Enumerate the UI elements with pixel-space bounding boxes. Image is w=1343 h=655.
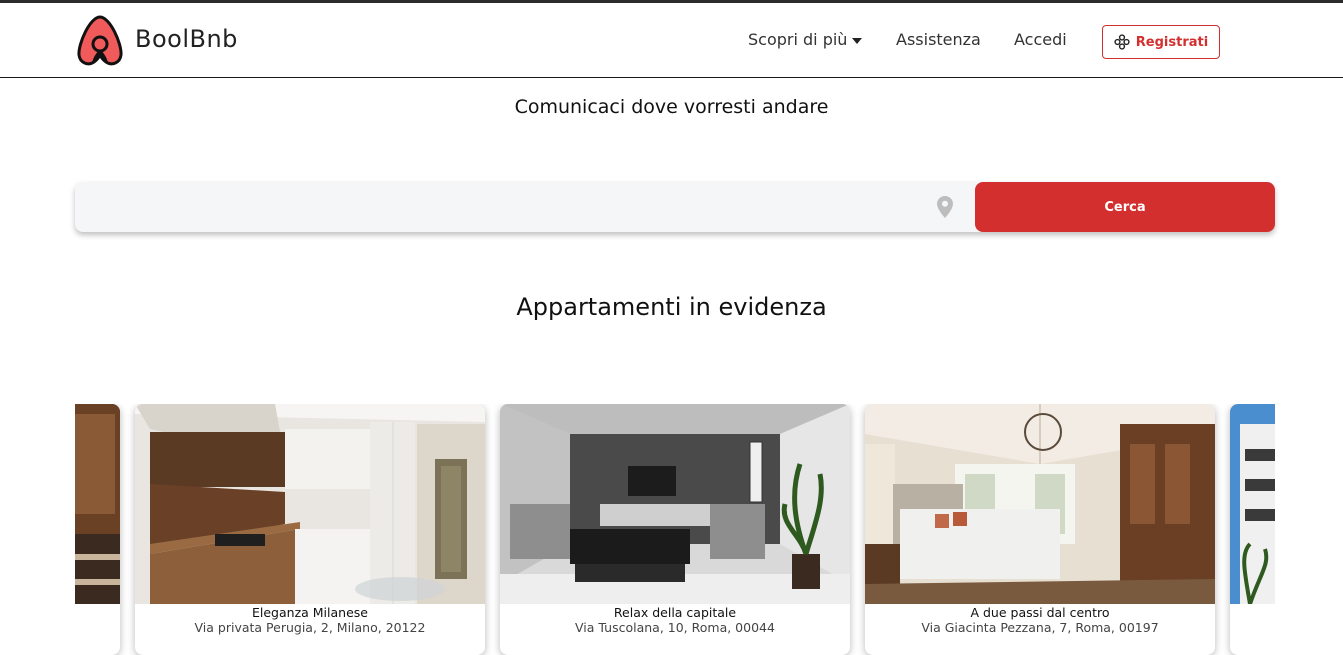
apartment-card[interactable]: Eleganza Milanese Via privata Perugia, 2… <box>135 404 485 655</box>
gamepad-icon <box>1114 34 1130 50</box>
search-bar: Cerca <box>75 182 1275 232</box>
search-input[interactable] <box>75 182 965 232</box>
search-prompt: Comunicaci dove vorresti andare <box>514 96 829 118</box>
card-title: Relax della capitale <box>613 605 737 620</box>
register-label: Registrati <box>1135 34 1209 50</box>
caret-down-icon <box>852 37 863 44</box>
apartment-photo <box>865 404 1215 604</box>
register-button[interactable]: Registrati <box>1102 25 1220 59</box>
apartment-photo <box>75 404 120 604</box>
nav-discover-label: Scopri di più <box>748 30 848 49</box>
apartment-card[interactable]: Relax della capitale Via Tuscolana, 10, … <box>500 404 850 655</box>
card-partial-right[interactable] <box>1230 404 1275 655</box>
apartment-photo <box>135 404 485 604</box>
apartment-card[interactable]: A due passi dal centro Via Giacinta Pezz… <box>865 404 1215 655</box>
apartment-photo <box>1230 404 1275 604</box>
featured-carousel[interactable]: Eleganza Milanese Via privata Perugia, 2… <box>75 404 1275 655</box>
nav-login-link[interactable]: Accedi <box>1014 30 1067 49</box>
card-address: Via Tuscolana, 10, Roma, 00044 <box>575 620 775 635</box>
card-title: A due passi dal centro <box>970 605 1110 620</box>
airbnb-logo-icon[interactable] <box>76 14 124 68</box>
apartment-photo <box>500 404 850 604</box>
card-address: Via privata Perugia, 2, Milano, 20122 <box>194 620 426 635</box>
brand-name[interactable]: BoolBnb <box>135 25 238 53</box>
card-title: Eleganza Milanese <box>252 605 368 620</box>
map-pin-icon <box>937 196 953 218</box>
nav-discover-dropdown[interactable]: Scopri di più <box>748 30 863 49</box>
card-address: Via Giacinta Pezzana, 7, Roma, 00197 <box>921 620 1159 635</box>
site-header: BoolBnb Scopri di più Assistenza Accedi … <box>0 3 1343 78</box>
card-partial-left[interactable] <box>75 404 120 655</box>
search-button[interactable]: Cerca <box>975 182 1275 232</box>
featured-section-title: Appartamenti in evidenza <box>516 293 827 321</box>
nav-help-link[interactable]: Assistenza <box>896 30 981 49</box>
